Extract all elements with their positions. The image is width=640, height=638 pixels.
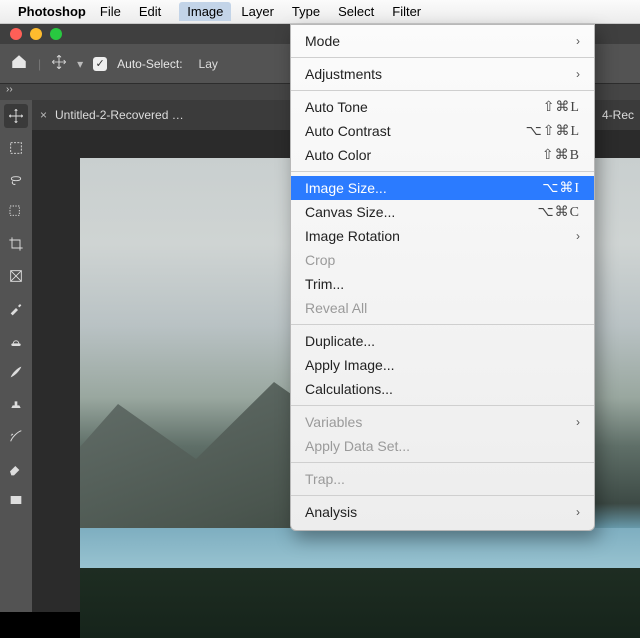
menu-item-calculations[interactable]: Calculations... bbox=[291, 377, 594, 401]
menu-item-crop: Crop bbox=[291, 248, 594, 272]
submenu-chevron-icon: › bbox=[576, 34, 580, 48]
menu-item-label: Mode bbox=[305, 33, 340, 49]
auto-select-label: Auto-Select: bbox=[117, 57, 182, 71]
menu-item-label: Canvas Size... bbox=[305, 204, 395, 220]
menu-filter[interactable]: Filter bbox=[392, 4, 421, 19]
menu-item-label: Duplicate... bbox=[305, 333, 375, 349]
menu-item-auto-tone[interactable]: Auto Tone ⇧⌘L bbox=[291, 95, 594, 119]
menu-item-mode[interactable]: Mode › bbox=[291, 29, 594, 53]
tab-close-button[interactable]: × bbox=[40, 108, 47, 122]
menu-item-auto-contrast[interactable]: Auto Contrast ⌥⇧⌘L bbox=[291, 119, 594, 143]
menu-item-label: Image Rotation bbox=[305, 228, 400, 244]
menu-item-image-size[interactable]: Image Size... ⌥⌘I bbox=[291, 176, 594, 200]
menu-item-label: Apply Data Set... bbox=[305, 438, 410, 454]
menu-select[interactable]: Select bbox=[338, 4, 374, 19]
menu-item-duplicate[interactable]: Duplicate... bbox=[291, 329, 594, 353]
rectangle-tool-icon[interactable] bbox=[4, 488, 28, 512]
tool-panel bbox=[0, 100, 32, 612]
menu-item-analysis[interactable]: Analysis › bbox=[291, 500, 594, 524]
menu-item-label: Auto Contrast bbox=[305, 123, 391, 139]
quick-select-tool-icon[interactable] bbox=[4, 200, 28, 224]
menu-item-trap: Trap... bbox=[291, 467, 594, 491]
menu-item-canvas-size[interactable]: Canvas Size... ⌥⌘C bbox=[291, 200, 594, 224]
document-tab-active[interactable]: Untitled-2-Recovered … bbox=[55, 108, 184, 122]
move-cursor-icon bbox=[51, 54, 67, 73]
menu-layer[interactable]: Layer bbox=[241, 4, 274, 19]
menu-item-label: Apply Image... bbox=[305, 357, 395, 373]
submenu-chevron-icon: › bbox=[576, 67, 580, 81]
menu-item-apply-data-set: Apply Data Set... bbox=[291, 434, 594, 458]
lasso-tool-icon[interactable] bbox=[4, 168, 28, 192]
menu-item-label: Reveal All bbox=[305, 300, 367, 316]
minimize-window-button[interactable] bbox=[30, 28, 42, 40]
menu-item-shortcut: ⌥⌘I bbox=[542, 180, 580, 197]
auto-select-dropdown[interactable]: Lay bbox=[193, 55, 224, 73]
submenu-chevron-icon: › bbox=[576, 415, 580, 429]
menu-item-shortcut: ⌥⌘C bbox=[538, 204, 580, 221]
menu-item-shortcut: ⇧⌘L bbox=[543, 99, 580, 116]
menu-item-image-rotation[interactable]: Image Rotation › bbox=[291, 224, 594, 248]
menu-item-label: Auto Tone bbox=[305, 99, 368, 115]
menu-image[interactable]: Image bbox=[179, 2, 231, 21]
menu-item-adjustments[interactable]: Adjustments › bbox=[291, 62, 594, 86]
submenu-chevron-icon: › bbox=[576, 229, 580, 243]
home-icon[interactable] bbox=[10, 53, 28, 74]
menu-item-reveal-all: Reveal All bbox=[291, 296, 594, 320]
menu-item-label: Calculations... bbox=[305, 381, 393, 397]
eyedropper-tool-icon[interactable] bbox=[4, 296, 28, 320]
menu-item-label: Adjustments bbox=[305, 66, 382, 82]
macos-menubar: Photoshop File Edit Image Layer Type Sel… bbox=[0, 0, 640, 24]
history-brush-tool-icon[interactable] bbox=[4, 424, 28, 448]
image-menu-dropdown: Mode › Adjustments › Auto Tone ⇧⌘L Auto Contra… bbox=[290, 24, 595, 531]
eraser-tool-icon[interactable] bbox=[4, 456, 28, 480]
close-window-button[interactable] bbox=[10, 28, 22, 40]
move-tool-icon[interactable] bbox=[4, 104, 28, 128]
clone-stamp-tool-icon[interactable] bbox=[4, 392, 28, 416]
auto-select-checkbox[interactable]: ✓ bbox=[93, 57, 107, 71]
dropdown-caret-icon[interactable]: ▾ bbox=[77, 57, 83, 71]
menu-item-label: Analysis bbox=[305, 504, 357, 520]
document-tab-other[interactable]: 4-Rec bbox=[602, 108, 640, 122]
menu-item-apply-image[interactable]: Apply Image... bbox=[291, 353, 594, 377]
menu-item-trim[interactable]: Trim... bbox=[291, 272, 594, 296]
menu-item-variables: Variables › bbox=[291, 410, 594, 434]
brush-tool-icon[interactable] bbox=[4, 360, 28, 384]
menu-item-label: Crop bbox=[305, 252, 335, 268]
marquee-tool-icon[interactable] bbox=[4, 136, 28, 160]
healing-brush-tool-icon[interactable] bbox=[4, 328, 28, 352]
menu-edit[interactable]: Edit bbox=[139, 4, 161, 19]
menu-item-label: Trim... bbox=[305, 276, 344, 292]
menu-item-shortcut: ⌥⇧⌘L bbox=[526, 123, 580, 140]
zoom-window-button[interactable] bbox=[50, 28, 62, 40]
menu-item-label: Image Size... bbox=[305, 180, 387, 196]
frame-tool-icon[interactable] bbox=[4, 264, 28, 288]
crop-tool-icon[interactable] bbox=[4, 232, 28, 256]
menu-item-auto-color[interactable]: Auto Color ⇧⌘B bbox=[291, 143, 594, 167]
menu-item-label: Trap... bbox=[305, 471, 345, 487]
menu-item-shortcut: ⇧⌘B bbox=[542, 147, 580, 164]
app-name: Photoshop bbox=[18, 4, 86, 19]
menu-file[interactable]: File bbox=[100, 4, 121, 19]
menu-type[interactable]: Type bbox=[292, 4, 320, 19]
menu-item-label: Variables bbox=[305, 414, 362, 430]
menu-item-label: Auto Color bbox=[305, 147, 371, 163]
submenu-chevron-icon: › bbox=[576, 505, 580, 519]
